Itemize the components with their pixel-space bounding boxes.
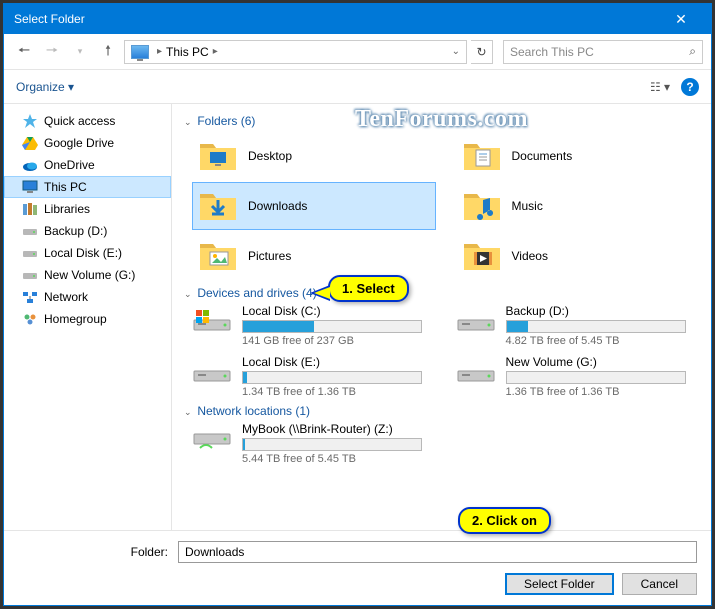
- folder-name-input[interactable]: [178, 541, 697, 563]
- sidebar-item-backup-d-[interactable]: Backup (D:): [4, 220, 171, 242]
- folder-videos[interactable]: Videos: [456, 232, 700, 280]
- drive-free-text: 4.82 TB free of 5.45 TB: [506, 335, 700, 347]
- folder-label: Downloads: [248, 199, 307, 213]
- chevron-down-icon: ⌄: [184, 117, 194, 128]
- drive-free-text: 141 GB free of 237 GB: [242, 335, 436, 347]
- drive-usage-bar: [242, 438, 422, 451]
- annotation-1: 1. Select: [328, 275, 409, 302]
- network-section-header[interactable]: ⌄ Network locations (1): [184, 398, 699, 422]
- forward-button[interactable]: 🠖: [40, 40, 64, 64]
- history-dropdown[interactable]: ▾: [68, 40, 92, 64]
- chevron-right-icon: ▸: [213, 46, 218, 57]
- close-button[interactable]: ✕: [661, 11, 701, 28]
- drive-label: New Volume (G:): [506, 355, 700, 369]
- sidebar-item-label: This PC: [44, 180, 87, 194]
- folders-section-header[interactable]: ⌄ Folders (6): [184, 108, 699, 132]
- window-title: Select Folder: [14, 12, 661, 26]
- folder-pictures[interactable]: Pictures: [192, 232, 436, 280]
- sidebar-item-label: New Volume (G:): [44, 268, 135, 282]
- dropdown-icon[interactable]: ⌄: [452, 46, 460, 57]
- location-text: This PC: [166, 45, 209, 59]
- sidebar-item-label: Local Disk (E:): [44, 246, 122, 260]
- drive-usage-bar: [506, 320, 686, 333]
- drive-free-text: 1.36 TB free of 1.36 TB: [506, 386, 700, 398]
- drive-usage-bar: [506, 371, 686, 384]
- sidebar-item-google-drive[interactable]: Google Drive: [4, 132, 171, 154]
- folder-music[interactable]: Music: [456, 182, 700, 230]
- navigation-bar: 🠔 🠖 ▾ 🠕 ▸ This PC ▸ ⌄ ↻ Search This PC ⌕: [4, 34, 711, 70]
- sidebar-item-libraries[interactable]: Libraries: [4, 198, 171, 220]
- help-button[interactable]: ?: [681, 78, 699, 96]
- drive-label: MyBook (\\Brink-Router) (Z:): [242, 422, 436, 436]
- sidebar-item-label: Google Drive: [44, 136, 114, 150]
- drive-local-disk-e-[interactable]: Local Disk (E:) 1.34 TB free of 1.36 TB: [192, 355, 436, 398]
- chevron-down-icon: ⌄: [184, 289, 194, 300]
- view-options-button[interactable]: ☷ ▾: [647, 76, 673, 98]
- sidebar-item-new-volume-g-[interactable]: New Volume (G:): [4, 264, 171, 286]
- refresh-button[interactable]: ↻: [471, 40, 493, 64]
- folder-label: Pictures: [248, 249, 291, 263]
- drive-new-volume-g-[interactable]: New Volume (G:) 1.36 TB free of 1.36 TB: [456, 355, 700, 398]
- sidebar-item-network[interactable]: Network: [4, 286, 171, 308]
- select-folder-button[interactable]: Select Folder: [505, 573, 614, 595]
- drive-usage-bar: [242, 371, 422, 384]
- sidebar-item-label: Quick access: [44, 114, 115, 128]
- sidebar-item-label: Libraries: [44, 202, 90, 216]
- drive-mybook-brink-router-z-[interactable]: MyBook (\\Brink-Router) (Z:) 5.44 TB free…: [192, 422, 436, 465]
- titlebar[interactable]: Select Folder ✕: [4, 4, 711, 34]
- organize-button[interactable]: Organize ▾: [16, 80, 74, 94]
- sidebar-item-label: Homegroup: [44, 312, 107, 326]
- cancel-button[interactable]: Cancel: [622, 573, 697, 595]
- search-input[interactable]: Search This PC ⌕: [503, 40, 703, 64]
- folder-documents[interactable]: Documents: [456, 132, 700, 180]
- sidebar-item-homegroup[interactable]: Homegroup: [4, 308, 171, 330]
- drive-usage-bar: [242, 320, 422, 333]
- pc-icon: [131, 45, 149, 59]
- drive-label: Backup (D:): [506, 304, 700, 318]
- sidebar-item-onedrive[interactable]: OneDrive: [4, 154, 171, 176]
- sidebar-item-local-disk-e-[interactable]: Local Disk (E:): [4, 242, 171, 264]
- annotation-2: 2. Click on: [458, 507, 551, 534]
- drive-free-text: 1.34 TB free of 1.36 TB: [242, 386, 436, 398]
- drive-label: Local Disk (C:): [242, 304, 436, 318]
- toolbar: Organize ▾ ☷ ▾ ?: [4, 70, 711, 104]
- select-folder-dialog: Select Folder ✕ 🠔 🠖 ▾ 🠕 ▸ This PC ▸ ⌄ ↻ …: [3, 3, 712, 606]
- sidebar-item-label: OneDrive: [44, 158, 95, 172]
- folder-label: Folder:: [18, 545, 168, 559]
- search-icon: ⌕: [689, 44, 696, 59]
- navigation-pane: Quick access Google Drive OneDrive This PC L…: [4, 104, 172, 530]
- back-button[interactable]: 🠔: [12, 40, 36, 64]
- sidebar-item-label: Network: [44, 290, 88, 304]
- drives-section-header[interactable]: ⌄ Devices and drives (4): [184, 280, 699, 304]
- drive-free-text: 5.44 TB free of 5.45 TB: [242, 453, 436, 465]
- sidebar-item-quick-access[interactable]: Quick access: [4, 110, 171, 132]
- sidebar-item-this-pc[interactable]: This PC: [4, 176, 171, 198]
- sidebar-item-label: Backup (D:): [44, 224, 107, 238]
- folder-label: Desktop: [248, 149, 292, 163]
- up-button[interactable]: 🠕: [96, 40, 120, 64]
- drive-local-disk-c-[interactable]: Local Disk (C:) 141 GB free of 237 GB: [192, 304, 436, 347]
- chevron-down-icon: ⌄: [184, 407, 194, 418]
- folder-label: Music: [512, 199, 543, 213]
- drive-backup-d-[interactable]: Backup (D:) 4.82 TB free of 5.45 TB: [456, 304, 700, 347]
- drive-label: Local Disk (E:): [242, 355, 436, 369]
- content-pane: TenForums.com ⌄ Folders (6) DesktopDocum…: [172, 104, 711, 530]
- dialog-footer: 2. Click on Folder: Select Folder Cancel: [4, 530, 711, 605]
- folder-downloads[interactable]: Downloads1. Select: [192, 182, 436, 230]
- address-bar[interactable]: ▸ This PC ▸ ⌄: [124, 40, 467, 64]
- folder-label: Documents: [512, 149, 573, 163]
- folder-label: Videos: [512, 249, 548, 263]
- chevron-right-icon: ▸: [157, 46, 162, 57]
- search-placeholder: Search This PC: [510, 45, 689, 59]
- folder-desktop[interactable]: Desktop: [192, 132, 436, 180]
